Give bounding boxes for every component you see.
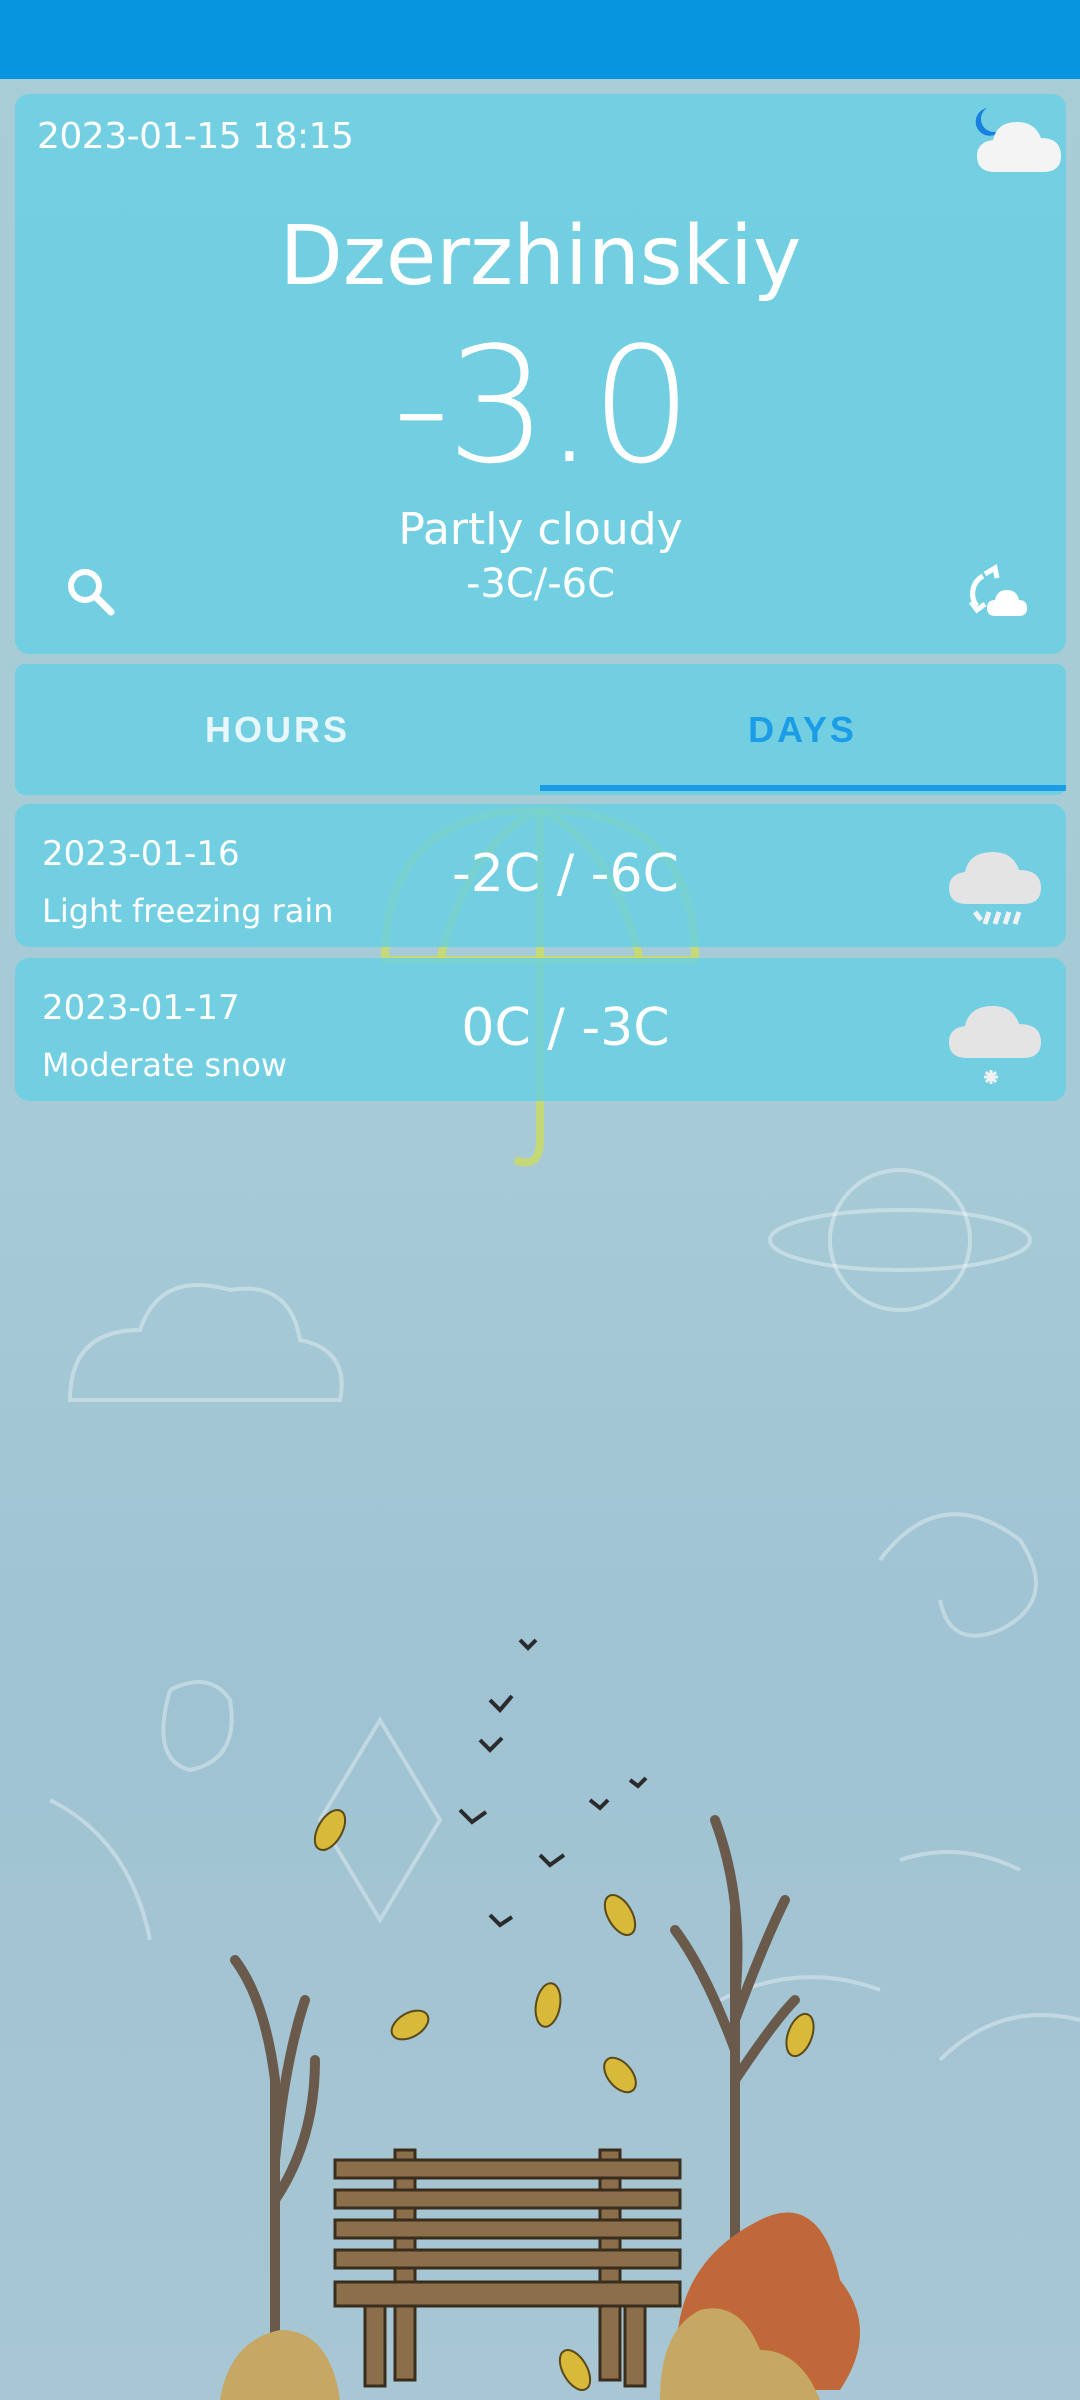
current-temperature: -3.0 [392, 312, 692, 499]
forecast-tabs: HOURS DAYS [15, 664, 1066, 795]
current-weather-card: 2023-01-15 18:15 Dzerzhinskiy -3.0 Partl… [15, 94, 1066, 654]
tab-indicator [540, 785, 1066, 791]
snow-icon [945, 996, 1045, 1096]
search-icon[interactable] [63, 564, 119, 620]
tab-hours[interactable]: HOURS [15, 664, 540, 795]
current-datetime: 2023-01-15 18:15 [37, 116, 354, 157]
freezing-rain-icon [945, 842, 1045, 932]
city-name: Dzerzhinskiy [279, 209, 802, 304]
list-item[interactable]: 2023-01-17 Moderate snow 0C / -3C [15, 958, 1066, 1101]
current-temp-range: -3C/-6C [465, 561, 616, 607]
day-temp-range: 0C / -3C [461, 998, 670, 1058]
current-condition: Partly cloudy [398, 504, 683, 555]
refresh-weather-icon[interactable] [965, 562, 1029, 622]
partly-cloudy-night-icon [965, 100, 1065, 180]
day-temp-range: -2C / -6C [452, 844, 679, 904]
list-item[interactable]: 2023-01-16 Light freezing rain -2C / -6C [15, 804, 1066, 947]
tab-days[interactable]: DAYS [540, 664, 1065, 795]
